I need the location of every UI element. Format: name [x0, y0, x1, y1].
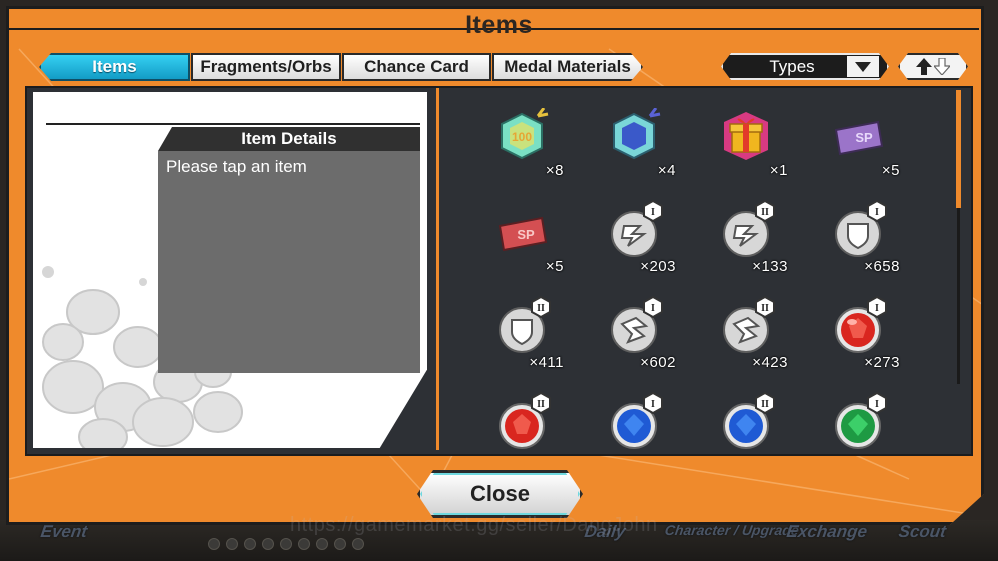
svg-text:I: I: [875, 303, 879, 314]
tier-badge-icon: I: [867, 392, 887, 414]
svg-text:I: I: [875, 207, 879, 218]
item-quantity: ×8: [545, 162, 564, 179]
arrow-down-icon: [934, 58, 950, 75]
item-quantity: ×423: [752, 354, 788, 371]
svg-text:I: I: [651, 207, 655, 218]
item-cell[interactable]: I ×203: [592, 194, 704, 290]
item-details-box: Item Details Please tap an item: [158, 127, 420, 373]
item-cell[interactable]: II ×411: [480, 290, 592, 386]
item-cell[interactable]: ×4: [592, 98, 704, 194]
tier-badge-icon: II: [755, 392, 775, 414]
item-quantity: ×5: [881, 162, 900, 179]
item-cell[interactable]: 100 ×8: [480, 98, 592, 194]
svg-text:II: II: [537, 303, 545, 314]
tier-badge-icon: I: [643, 200, 663, 222]
item-quantity: ×133: [752, 258, 788, 275]
ticket-100-icon: 100: [501, 108, 549, 160]
tier-badge-icon: I: [867, 200, 887, 222]
tab-medal-materials[interactable]: Medal Materials: [492, 53, 643, 81]
sp-card-red-icon: SP: [498, 216, 548, 252]
item-quantity: ×273: [864, 354, 900, 371]
item-cell[interactable]: I ×602: [592, 290, 704, 386]
svg-text:II: II: [537, 399, 545, 410]
close-button[interactable]: Close: [417, 470, 583, 518]
item-cell[interactable]: II: [480, 386, 592, 450]
sort-order-button[interactable]: [898, 53, 968, 80]
tab-fragments-orbs[interactable]: Fragments/Orbs: [191, 53, 341, 81]
tier-badge-icon: I: [643, 296, 663, 318]
svg-text:100: 100: [512, 130, 532, 144]
item-cell[interactable]: SP ×5: [480, 194, 592, 290]
panel-divider: [436, 88, 439, 450]
tier-badge-icon: II: [755, 296, 775, 318]
item-details-heading: Item Details: [158, 127, 420, 151]
item-quantity: ×658: [864, 258, 900, 275]
item-quantity: ×602: [640, 354, 676, 371]
arrow-up-icon: [916, 58, 932, 75]
item-cell[interactable]: ×1: [704, 98, 816, 194]
tab-chance-card[interactable]: Chance Card: [342, 53, 491, 81]
nav-character-upgrade[interactable]: Character / Upgrade: [662, 522, 800, 552]
nav-scout[interactable]: Scout: [896, 522, 947, 552]
svg-text:I: I: [875, 399, 879, 410]
item-cell[interactable]: I ×273: [816, 290, 928, 386]
ticket-blue-icon: [613, 108, 661, 160]
item-quantity: ×411: [529, 354, 564, 371]
svg-text:I: I: [651, 303, 655, 314]
nav-event[interactable]: Event: [38, 522, 88, 552]
item-cell[interactable]: II ×133: [704, 194, 816, 290]
svg-text:SP: SP: [517, 227, 535, 242]
gift-box-icon: [724, 112, 768, 160]
tier-badge-icon: II: [531, 296, 551, 318]
tier-badge-icon: I: [867, 296, 887, 318]
types-filter-dropdown[interactable]: Types: [721, 53, 889, 80]
svg-text:II: II: [761, 399, 769, 410]
separator-line: [46, 123, 420, 125]
tier-badge-icon: II: [755, 200, 775, 222]
tier-badge-icon: II: [531, 392, 551, 414]
nav-exchange[interactable]: Exchange: [784, 522, 868, 552]
tab-items[interactable]: Items: [39, 53, 190, 81]
svg-text:I: I: [651, 399, 655, 410]
types-filter-label: Types: [769, 56, 815, 76]
sp-card-purple-icon: SP: [834, 120, 884, 156]
item-cell[interactable]: II ×423: [704, 290, 816, 386]
svg-text:II: II: [761, 303, 769, 314]
item-cell[interactable]: I: [816, 386, 928, 450]
item-list-scroll-thumb[interactable]: [956, 90, 961, 208]
tier-badge-icon: I: [643, 392, 663, 414]
item-cell[interactable]: I: [592, 386, 704, 450]
item-quantity: ×4: [657, 162, 676, 179]
dialog-title: Items: [465, 11, 533, 39]
watermark: https://gamemarket.gg/seller/DangJohn: [290, 514, 658, 536]
item-cell[interactable]: SP ×5: [816, 98, 928, 194]
item-quantity: ×5: [545, 258, 564, 275]
svg-text:SP: SP: [855, 130, 873, 145]
item-quantity: ×203: [640, 258, 676, 275]
item-cell[interactable]: II: [704, 386, 816, 450]
chevron-down-icon: [847, 56, 879, 77]
item-cell[interactable]: I ×658: [816, 194, 928, 290]
item-quantity: ×1: [769, 162, 788, 179]
item-details-hint: Please tap an item: [166, 157, 307, 176]
item-grid: 100 ×8 ×4 ×1 SP ×5 SP ×5 I ×203 II ×133 …: [480, 98, 936, 450]
svg-text:II: II: [761, 207, 769, 218]
page-indicator: [208, 538, 364, 550]
